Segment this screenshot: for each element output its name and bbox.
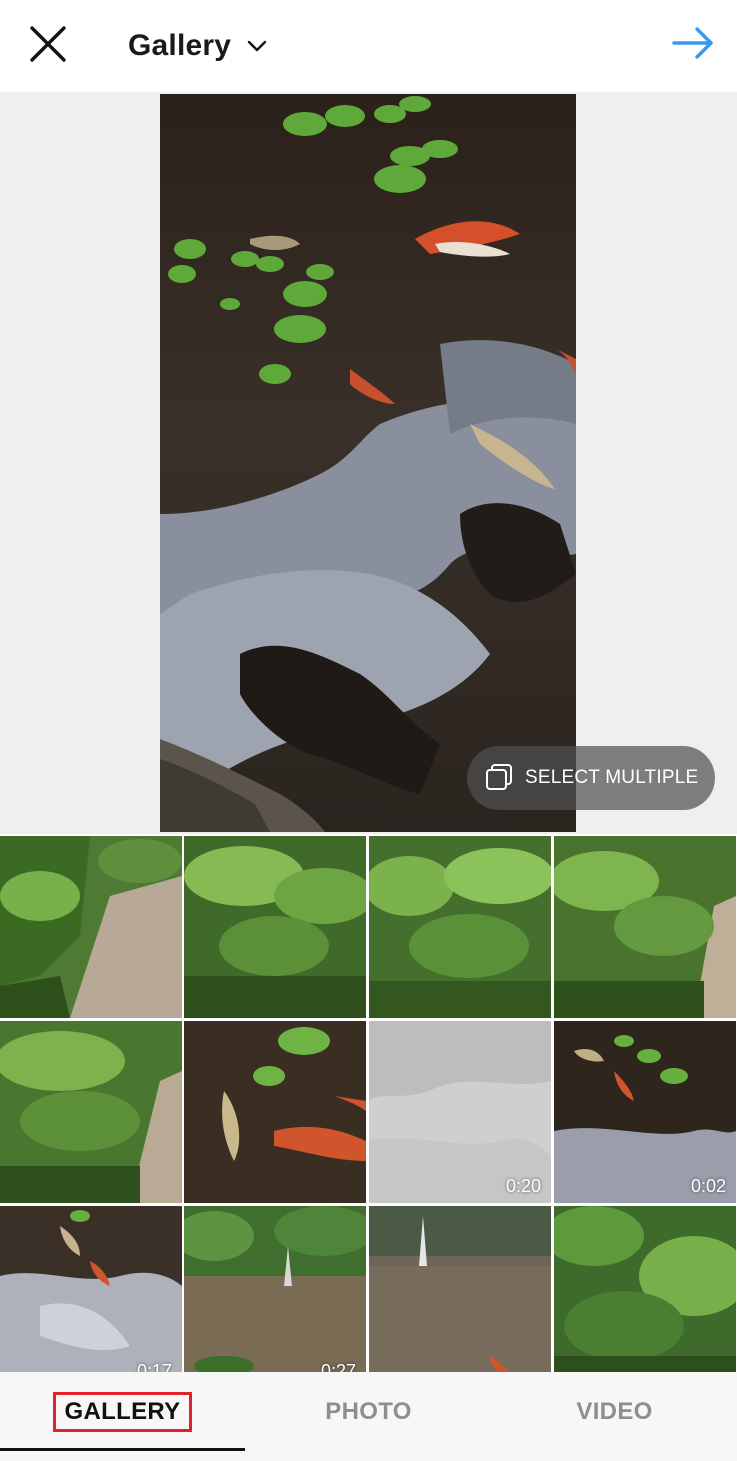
close-icon <box>30 26 66 62</box>
select-multiple-button[interactable]: SELECT MULTIPLE <box>467 746 715 810</box>
grid-thumbnail[interactable]: 0:02 <box>554 1021 736 1203</box>
stacked-squares-icon <box>486 764 512 790</box>
grid-thumbnail[interactable] <box>184 836 366 1018</box>
tab-video[interactable]: VIDEO <box>492 1372 737 1452</box>
grid-thumbnail[interactable] <box>369 1206 551 1372</box>
bottom-tab-bar: GALLERY PHOTO VIDEO <box>0 1372 737 1461</box>
next-button[interactable] <box>671 26 715 60</box>
tab-gallery[interactable]: GALLERY <box>0 1372 245 1452</box>
media-preview: SELECT MULTIPLE <box>0 92 737 834</box>
tab-photo[interactable]: PHOTO <box>246 1372 491 1452</box>
grid-thumbnail[interactable]: 0:27 <box>184 1206 366 1372</box>
preview-image[interactable] <box>160 94 576 832</box>
chevron-down-icon <box>247 40 267 52</box>
grid-thumbnail[interactable]: 0:20 <box>369 1021 551 1203</box>
grid-thumbnail[interactable]: 0:17 <box>0 1206 182 1372</box>
tab-video-label: VIDEO <box>576 1398 653 1425</box>
close-button[interactable] <box>28 24 68 64</box>
grid-thumbnail[interactable] <box>0 1021 182 1203</box>
arrow-right-icon <box>672 27 713 59</box>
media-grid: 0:20 0:02 0:17 0:27 <box>0 836 737 1372</box>
page-title: Gallery <box>128 29 232 62</box>
grid-thumbnail[interactable] <box>554 1206 736 1372</box>
video-duration: 0:02 <box>690 1176 726 1196</box>
video-duration: 0:17 <box>136 1361 172 1372</box>
top-bar: Gallery <box>0 0 737 92</box>
grid-thumbnail[interactable] <box>184 1021 366 1203</box>
grid-thumbnail[interactable] <box>369 836 551 1018</box>
grid-thumbnail[interactable] <box>554 836 736 1018</box>
video-duration: 0:27 <box>320 1361 356 1372</box>
active-tab-indicator <box>0 1448 245 1451</box>
tab-photo-label: PHOTO <box>325 1398 412 1425</box>
video-duration: 0:20 <box>505 1176 541 1196</box>
grid-thumbnail[interactable] <box>0 836 182 1018</box>
gallery-dropdown[interactable]: Gallery <box>128 26 267 66</box>
select-multiple-label: SELECT MULTIPLE <box>525 767 699 788</box>
tab-gallery-label: GALLERY <box>52 1392 193 1432</box>
